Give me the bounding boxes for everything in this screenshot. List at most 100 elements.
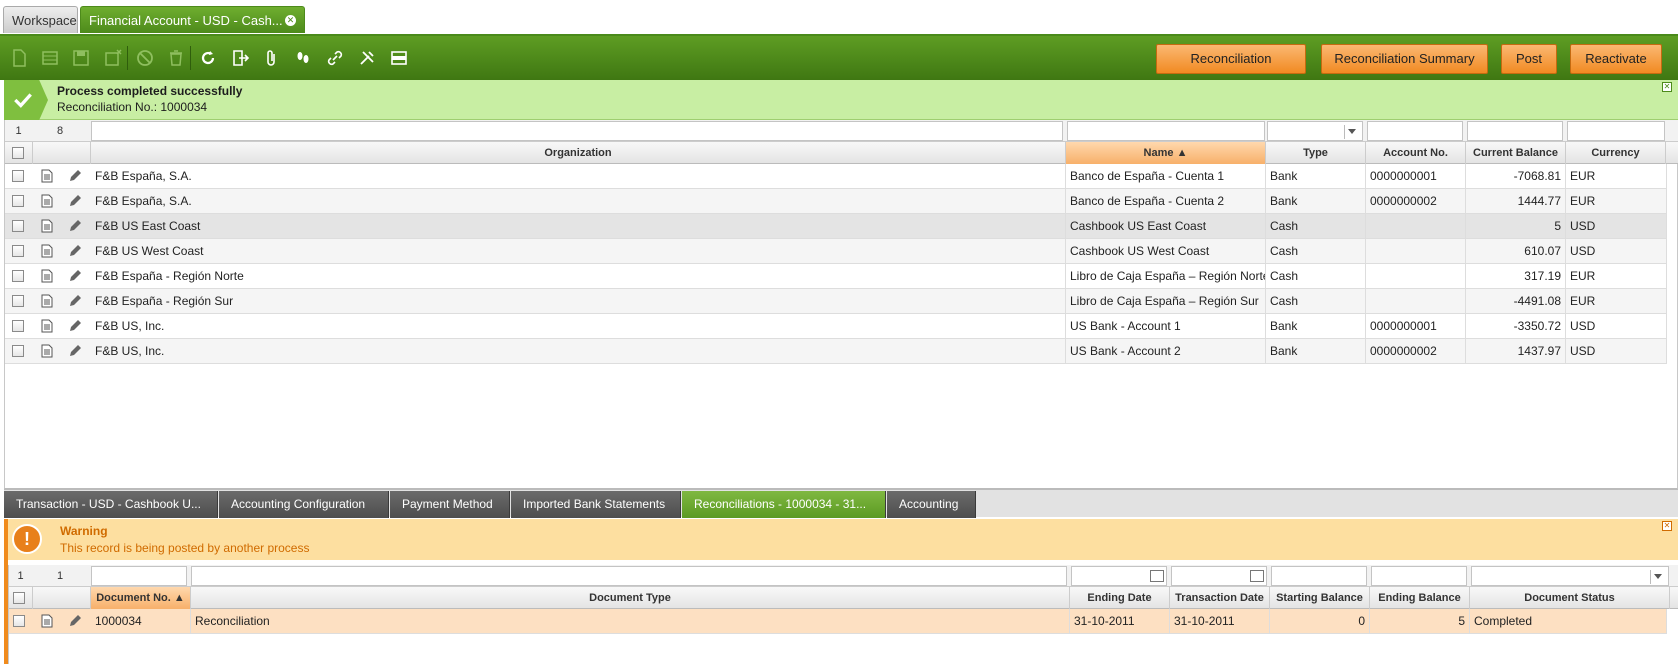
tab-accounting[interactable]: Accounting xyxy=(887,491,976,518)
select-all-checkbox[interactable] xyxy=(13,592,25,604)
filter-current-balance[interactable] xyxy=(1467,121,1563,141)
tab-imported-bank-statements[interactable]: Imported Bank Statements xyxy=(511,491,681,518)
audit-trail-icon[interactable] xyxy=(290,45,316,71)
reconciliation-summary-button[interactable]: Reconciliation Summary xyxy=(1321,44,1488,74)
table-row[interactable]: F&B España, S.A. Banco de España - Cuenta… xyxy=(5,189,1667,214)
form-view-icon[interactable] xyxy=(39,243,55,259)
form-view-icon[interactable] xyxy=(39,218,55,234)
edit-pencil-icon[interactable] xyxy=(67,613,83,629)
tab-accounting-configuration[interactable]: Accounting Configuration xyxy=(219,491,389,518)
close-warning-icon[interactable]: ✕ xyxy=(1662,521,1672,531)
refresh-icon[interactable] xyxy=(195,45,221,71)
select-all-checkbox[interactable] xyxy=(12,147,24,159)
table-row[interactable]: F&B US East Coast Cashbook US East Coast C… xyxy=(5,214,1667,239)
undo-icon[interactable] xyxy=(132,45,158,71)
export-icon[interactable] xyxy=(227,45,253,71)
chevron-down-icon[interactable] xyxy=(1650,570,1666,584)
col-currency[interactable]: Currency xyxy=(1566,142,1666,164)
close-message-icon[interactable]: ✕ xyxy=(1662,82,1672,92)
new-document-icon[interactable] xyxy=(6,45,32,71)
edit-pencil-icon[interactable] xyxy=(67,268,83,284)
cell-name: Banco de España - Cuenta 1 xyxy=(1066,164,1266,189)
form-view-icon[interactable] xyxy=(39,343,55,359)
form-view-icon[interactable] xyxy=(39,193,55,209)
edit-pencil-icon[interactable] xyxy=(67,193,83,209)
attachment-icon[interactable] xyxy=(258,45,284,71)
edit-pencil-icon[interactable] xyxy=(67,343,83,359)
success-text: Reconciliation No.: 1000034 xyxy=(57,100,208,114)
col-document-type[interactable]: Document Type xyxy=(191,587,1070,609)
col-current-balance[interactable]: Current Balance xyxy=(1466,142,1566,164)
col-document-status[interactable]: Document Status xyxy=(1470,587,1670,609)
col-account-no[interactable]: Account No. xyxy=(1366,142,1466,164)
row-checkbox[interactable] xyxy=(12,295,24,307)
filter-document-status[interactable] xyxy=(1471,566,1669,586)
calendar-icon[interactable] xyxy=(1150,570,1164,582)
tab-payment-method[interactable]: Payment Method xyxy=(390,491,510,518)
table-row[interactable]: F&B España - Región Norte Libro de Caja E… xyxy=(5,264,1667,289)
form-view-icon[interactable] xyxy=(39,293,55,309)
row-checkbox[interactable] xyxy=(12,270,24,282)
tab-transaction[interactable]: Transaction - USD - Cashbook U... xyxy=(4,491,218,518)
row-checkbox[interactable] xyxy=(13,615,25,627)
edit-pencil-icon[interactable] xyxy=(67,318,83,334)
row-checkbox[interactable] xyxy=(12,195,24,207)
reactivate-button[interactable]: Reactivate xyxy=(1570,44,1662,74)
form-view-icon[interactable] xyxy=(39,268,55,284)
save-close-icon[interactable] xyxy=(100,45,126,71)
row-checkbox[interactable] xyxy=(12,220,24,232)
filter-currency[interactable] xyxy=(1567,121,1665,141)
filter-organization[interactable] xyxy=(91,121,1063,141)
row-checkbox[interactable] xyxy=(12,170,24,182)
delete-icon[interactable] xyxy=(163,45,189,71)
table-row[interactable]: 1000034 Reconciliation 31-10-2011 31-10-… xyxy=(9,609,1667,634)
new-row-icon[interactable] xyxy=(37,45,63,71)
edit-pencil-icon[interactable] xyxy=(67,218,83,234)
col-transaction-date[interactable]: Transaction Date xyxy=(1170,587,1270,609)
tab-financial-account[interactable]: Financial Account - USD - Cash... ✕ xyxy=(80,6,305,33)
filter-document-no[interactable] xyxy=(91,566,187,586)
layout-icon[interactable] xyxy=(386,45,412,71)
tab-reconciliations[interactable]: Reconciliations - 1000034 - 31... xyxy=(682,491,886,518)
filter-document-type[interactable] xyxy=(191,566,1067,586)
filter-transaction-date[interactable] xyxy=(1171,566,1267,586)
save-icon[interactable] xyxy=(68,45,94,71)
filter-name[interactable] xyxy=(1067,121,1265,141)
chevron-down-icon[interactable] xyxy=(1344,125,1360,139)
post-button[interactable]: Post xyxy=(1501,44,1557,74)
filter-account-no[interactable] xyxy=(1367,121,1463,141)
col-document-no[interactable]: Document No. ▲ xyxy=(91,587,191,609)
tab-workspace[interactable]: Workspace xyxy=(3,6,78,33)
table-row[interactable]: F&B España, S.A. Banco de España - Cuenta… xyxy=(5,164,1667,189)
col-ending-date[interactable]: Ending Date xyxy=(1070,587,1170,609)
edit-pencil-icon[interactable] xyxy=(67,243,83,259)
tools-icon[interactable] xyxy=(354,45,380,71)
filter-ending-date[interactable] xyxy=(1071,566,1167,586)
table-row[interactable]: F&B España - Región Sur Libro de Caja Esp… xyxy=(5,289,1667,314)
col-starting-balance[interactable]: Starting Balance xyxy=(1270,587,1370,609)
table-row[interactable]: F&B US, Inc. US Bank - Account 2 Bank 00000… xyxy=(5,339,1667,364)
col-type[interactable]: Type xyxy=(1266,142,1366,164)
table-row[interactable]: F&B US, Inc. US Bank - Account 1 Bank 00000… xyxy=(5,314,1667,339)
edit-pencil-icon[interactable] xyxy=(67,168,83,184)
edit-pencil-icon[interactable] xyxy=(67,293,83,309)
link-icon[interactable] xyxy=(322,45,348,71)
cell-name: Libro de Caja España – Región Norte xyxy=(1066,264,1266,289)
form-view-icon[interactable] xyxy=(39,318,55,334)
row-checkbox[interactable] xyxy=(12,245,24,257)
col-name[interactable]: Name ▲ xyxy=(1066,142,1266,164)
table-row[interactable]: F&B US West Coast Cashbook US West Coast C… xyxy=(5,239,1667,264)
col-ending-balance[interactable]: Ending Balance xyxy=(1370,587,1470,609)
select-all-cell xyxy=(9,587,33,609)
form-view-icon[interactable] xyxy=(39,168,55,184)
filter-type[interactable] xyxy=(1267,121,1363,141)
calendar-icon[interactable] xyxy=(1250,570,1264,582)
row-checkbox[interactable] xyxy=(12,320,24,332)
row-checkbox[interactable] xyxy=(12,345,24,357)
col-organization[interactable]: Organization xyxy=(91,142,1066,164)
filter-starting-balance[interactable] xyxy=(1271,566,1367,586)
filter-ending-balance[interactable] xyxy=(1371,566,1467,586)
close-tab-icon[interactable]: ✕ xyxy=(285,15,296,26)
form-view-icon[interactable] xyxy=(39,613,55,629)
reconciliation-details-button[interactable]: Reconciliation Details xyxy=(1156,44,1306,94)
